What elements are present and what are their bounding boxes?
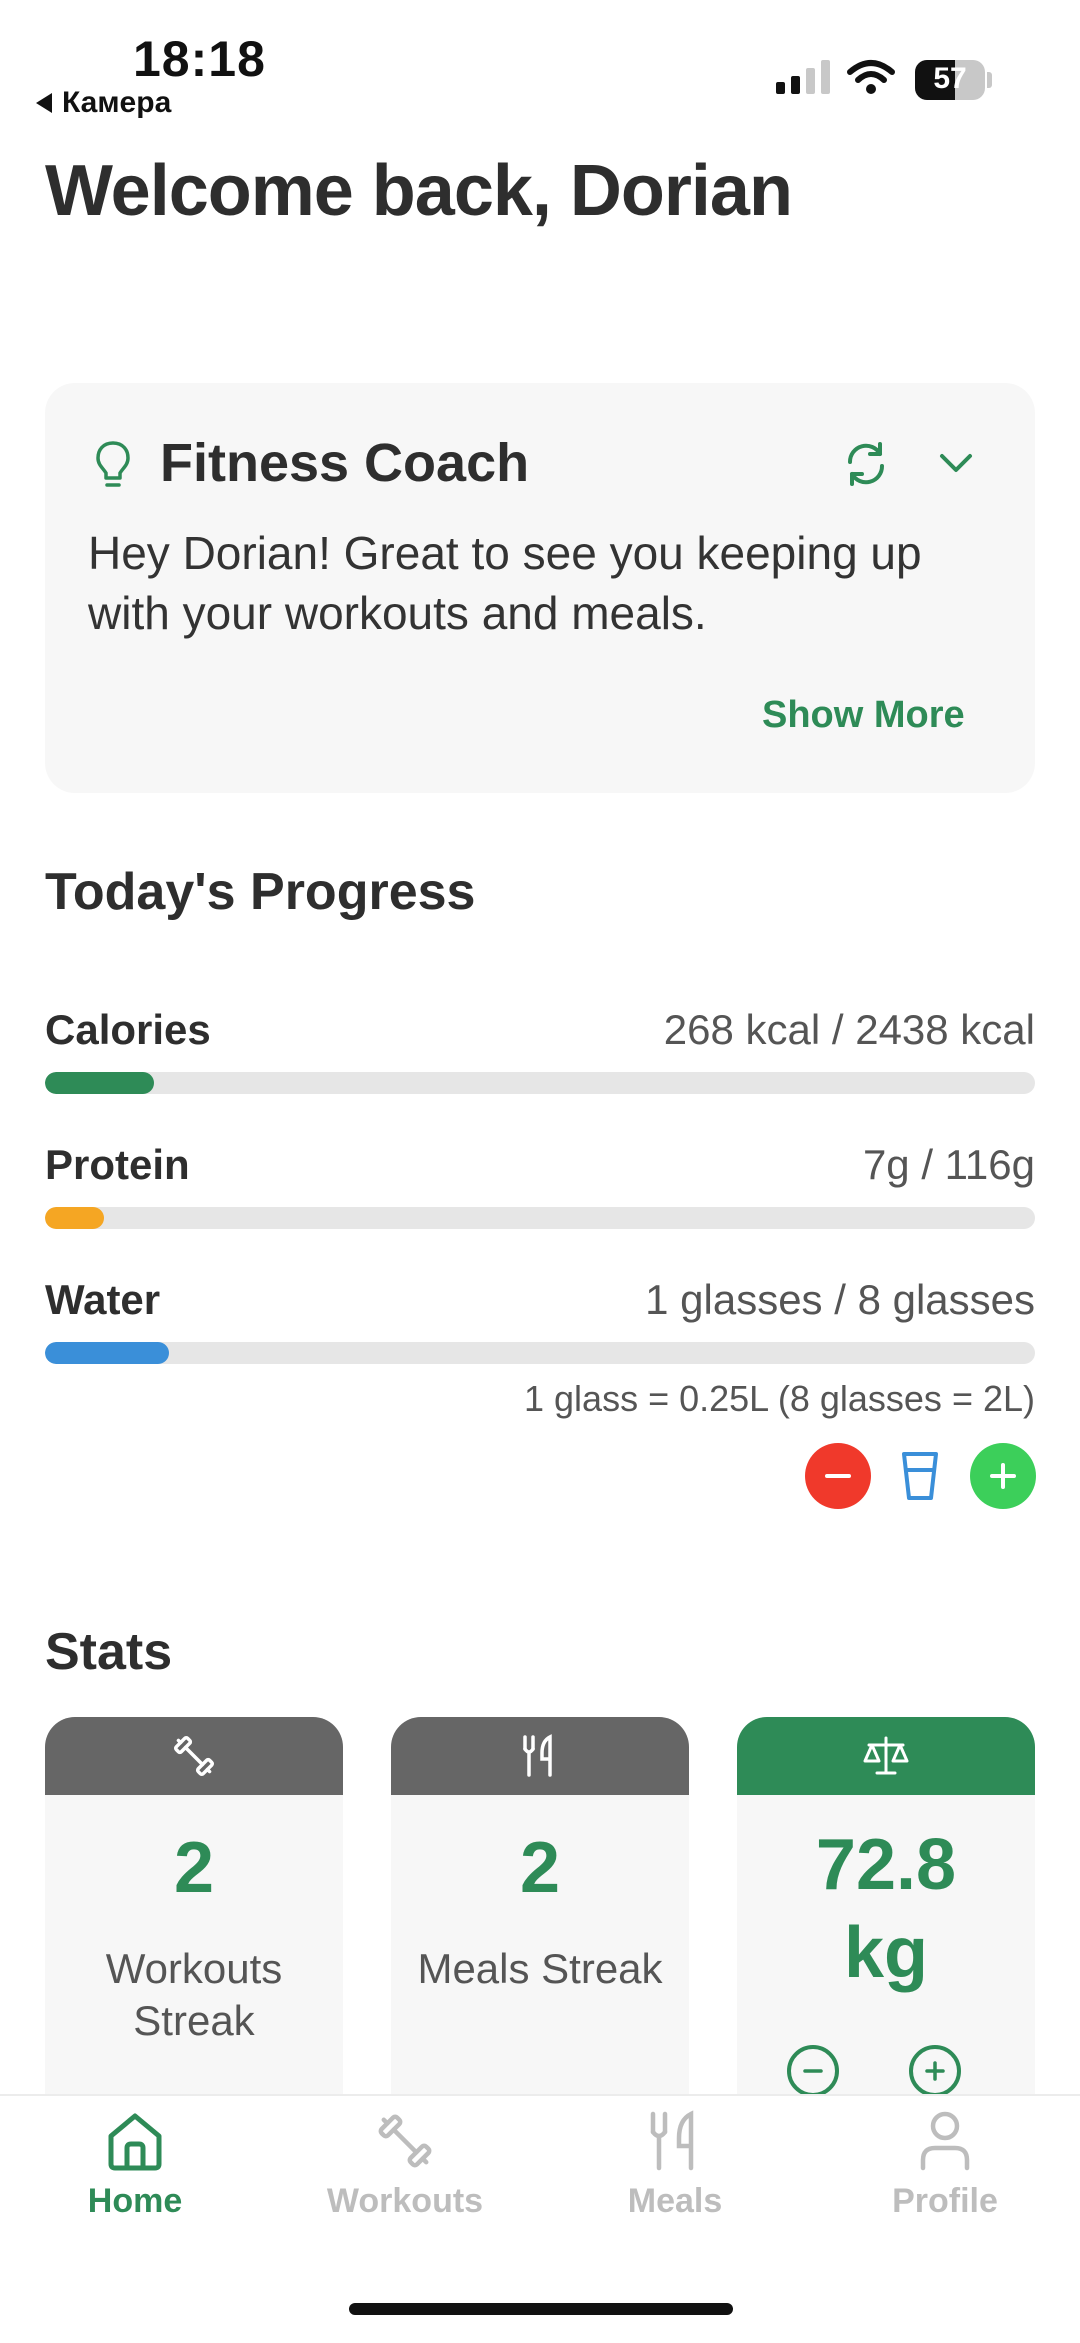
water-label: Water xyxy=(45,1276,161,1323)
progress-section-title: Today's Progress xyxy=(45,863,476,921)
tab-meals[interactable]: Meals xyxy=(575,2110,775,2221)
meals-streak-label: Meals Streak xyxy=(417,1945,663,1992)
tab-workouts[interactable]: Workouts xyxy=(305,2110,505,2221)
calories-progress-fill xyxy=(45,1072,154,1094)
stat-card-header xyxy=(391,1717,689,1795)
protein-progress-fill xyxy=(45,1207,105,1229)
battery-level: 57 xyxy=(933,62,967,95)
workouts-streak-card: 2 Workouts Streak xyxy=(45,1717,343,2097)
meals-streak-value: 2 xyxy=(519,1828,561,1908)
plus-icon xyxy=(925,2061,945,2081)
page-title: Welcome back, Dorian xyxy=(45,151,793,231)
meals-streak-card: 2 Meals Streak xyxy=(391,1717,689,2097)
wifi-icon xyxy=(847,60,895,94)
minus-icon xyxy=(825,1474,851,1478)
add-glass-button[interactable] xyxy=(970,1443,1036,1509)
water-note: 1 glass = 0.25L (8 glasses = 2L) xyxy=(524,1378,1035,1419)
plus-icon xyxy=(990,1463,1016,1489)
show-more-button[interactable]: Show More xyxy=(762,694,965,737)
protein-progress-bar xyxy=(45,1207,1035,1229)
stats-section-title: Stats xyxy=(45,1623,173,1681)
dumbbell-icon xyxy=(378,2114,432,2168)
stat-card-header xyxy=(45,1717,343,1795)
water-progress-bar xyxy=(45,1342,1035,1364)
calories-value: 268 kcal / 2438 kcal xyxy=(663,1006,1035,1053)
refresh-icon[interactable] xyxy=(842,440,890,488)
battery-icon: 57 xyxy=(915,60,985,100)
glass-icon xyxy=(902,1452,938,1500)
coach-title: Fitness Coach xyxy=(160,433,530,493)
remove-glass-button[interactable] xyxy=(805,1443,871,1509)
dumbbell-icon xyxy=(173,1735,215,1777)
weight-card: 72.8 kg xyxy=(737,1717,1035,2097)
status-time: 18:18 xyxy=(133,31,266,87)
tab-home-label: Home xyxy=(87,2182,183,2220)
scale-icon xyxy=(863,1736,909,1775)
cellular-signal-icon xyxy=(776,60,830,94)
workouts-streak-value: 2 xyxy=(173,1828,215,1908)
protein-value: 7g / 116g xyxy=(862,1141,1035,1188)
stat-card-header xyxy=(737,1717,1035,1795)
water-value: 1 glasses / 8 glasses xyxy=(645,1276,1035,1323)
back-arrow-icon xyxy=(36,93,52,113)
tab-profile[interactable]: Profile xyxy=(845,2110,1045,2221)
calories-label: Calories xyxy=(45,1006,211,1053)
lightbulb-icon xyxy=(96,441,130,487)
calories-progress-bar xyxy=(45,1072,1035,1094)
decrease-weight-button[interactable] xyxy=(787,2045,839,2097)
water-progress-fill xyxy=(45,1342,169,1364)
minus-icon xyxy=(803,2069,823,2073)
protein-label: Protein xyxy=(45,1141,190,1188)
back-app-label: Камера xyxy=(62,86,172,119)
home-icon xyxy=(108,2113,162,2171)
utensils-icon xyxy=(523,1734,552,1777)
tab-meals-label: Meals xyxy=(627,2182,723,2220)
person-icon xyxy=(920,2111,970,2171)
tab-profile-label: Profile xyxy=(892,2182,998,2220)
utensils-icon xyxy=(650,2110,694,2171)
workouts-streak-label: Workouts Streak xyxy=(105,1945,283,2044)
tab-home[interactable]: Home xyxy=(35,2110,235,2221)
increase-weight-button[interactable] xyxy=(909,2045,961,2097)
home-indicator xyxy=(349,2303,733,2315)
chevron-down-icon[interactable] xyxy=(938,448,974,478)
coach-message: Hey Dorian! Great to see you keeping up … xyxy=(88,527,922,639)
back-to-app-link[interactable]: Камера xyxy=(36,86,171,120)
weight-value: 72.8 kg xyxy=(815,1825,957,1993)
tab-workouts-label: Workouts xyxy=(326,2182,484,2220)
